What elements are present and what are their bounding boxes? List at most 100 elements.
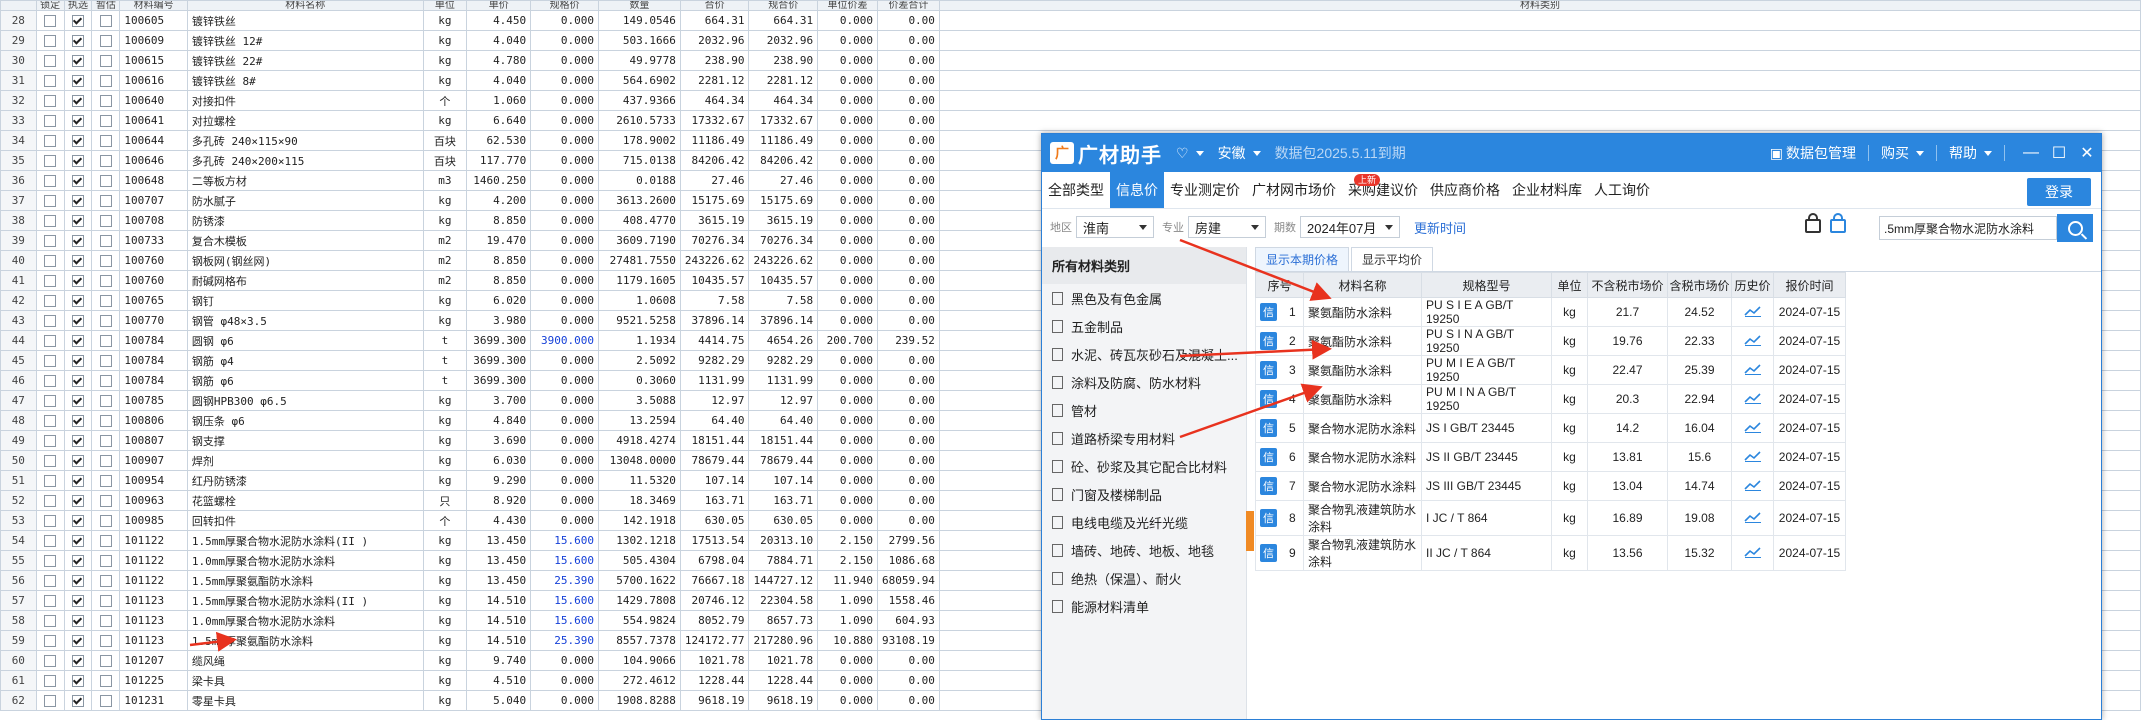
grid-header-1[interactable]: 材料名称 [1303,272,1422,298]
trend-chart-icon[interactable] [1743,511,1762,523]
table-row[interactable]: 28 100605 镀锌铁丝 kg 4.450 0.000 149.0546 664.31 66… [0,10,2141,31]
tab-enterprise-library[interactable]: 企业材料库 [1506,180,1588,208]
select-checkbox[interactable] [63,570,93,591]
lock-checkbox[interactable] [35,350,65,371]
lock-checkbox[interactable] [35,510,65,531]
price-row[interactable]: 信 7 聚合物水泥防水涂料 JS III GB/T 23445 kg 13.04 14.74… [1255,471,1846,501]
lock-checkbox[interactable] [35,570,65,591]
provisional-checkbox[interactable] [91,570,121,591]
provisional-checkbox[interactable] [91,10,121,31]
select-checkbox[interactable] [63,370,93,391]
tab-market-price[interactable]: 广材网市场价 [1246,180,1342,208]
select-checkbox[interactable] [63,410,93,431]
table-row[interactable]: 31 100616 镀锌铁丝 8# kg 4.040 0.000 564.6902 2281.… [0,70,2141,91]
provisional-checkbox[interactable] [91,510,121,531]
lock-checkbox[interactable] [35,190,65,211]
trend-chart-icon[interactable] [1743,305,1762,317]
provisional-checkbox[interactable] [91,470,121,491]
provisional-checkbox[interactable] [91,490,121,511]
category-item[interactable]: 管材 [1042,396,1246,424]
price-row[interactable]: 信 3 聚氨酯防水涂料 PU M I E A GB/T 19250 kg 22.47 25.… [1255,355,1846,385]
provisional-checkbox[interactable] [91,670,121,691]
provisional-checkbox[interactable] [91,430,121,451]
sheet-header-2[interactable]: 执选 [63,0,93,11]
lock-checkbox[interactable] [35,230,65,251]
unlock-icon[interactable] [1830,213,1846,233]
lock-checkbox[interactable] [35,310,65,331]
select-checkbox[interactable] [63,70,93,91]
category-item[interactable]: 涂料及防腐、防水材料 [1042,368,1246,396]
history-price[interactable] [1731,442,1774,472]
select-checkbox[interactable] [63,670,93,691]
lock-checkbox[interactable] [35,430,65,451]
provisional-checkbox[interactable] [91,650,121,671]
lock-checkbox[interactable] [35,450,65,471]
select-checkbox[interactable] [63,310,93,331]
history-price[interactable] [1731,500,1774,536]
select-checkbox[interactable] [63,270,93,291]
lock-checkbox[interactable] [35,530,65,551]
history-price[interactable] [1731,535,1774,571]
price-row[interactable]: 信 1 聚氨酯防水涂料 PU S I E A GB/T 19250 kg 21.7 24.5… [1255,297,1846,327]
close-icon[interactable]: ✕ [2078,143,2096,163]
price-row[interactable]: 信 6 聚合物水泥防水涂料 JS II GB/T 23445 kg 13.81 15.6 20… [1255,442,1846,472]
category-item[interactable]: 砼、砂浆及其它配合比材料 [1042,452,1246,480]
sheet-header-9[interactable]: 数量 [598,0,681,11]
select-checkbox[interactable] [63,450,93,471]
trend-chart-icon[interactable] [1743,421,1762,433]
tab-purchase-advice[interactable]: 采购建议价 上新 [1342,174,1424,208]
provisional-checkbox[interactable] [91,310,121,331]
provisional-checkbox[interactable] [91,170,121,191]
sheet-header-6[interactable]: 单位 [422,0,468,11]
grid-header-5[interactable]: 含税市场价 [1667,272,1732,298]
grid-header-0[interactable]: 序号 [1255,272,1304,298]
provisional-checkbox[interactable] [91,190,121,211]
search-input[interactable]: .5mm厚聚合物水泥防水涂料 [1879,216,2057,240]
select-checkbox[interactable] [63,150,93,171]
lock-checkbox[interactable] [35,90,65,111]
provisional-checkbox[interactable] [91,370,121,391]
history-price[interactable] [1731,297,1774,327]
lock-checkbox[interactable] [35,550,65,571]
select-checkbox[interactable] [63,230,93,251]
search-button[interactable] [2057,214,2093,242]
provisional-checkbox[interactable] [91,110,121,131]
lock-checkbox[interactable] [35,270,65,291]
lock-checkbox[interactable] [35,370,65,391]
lock-checkbox[interactable] [35,150,65,171]
provisional-checkbox[interactable] [91,330,121,351]
provisional-checkbox[interactable] [91,210,121,231]
select-checkbox[interactable] [63,530,93,551]
provisional-checkbox[interactable] [91,50,121,71]
select-checkbox[interactable] [63,510,93,531]
help-menu[interactable]: 帮助 [1949,143,1992,163]
select-checkbox[interactable] [63,10,93,31]
select-checkbox[interactable] [63,690,93,711]
history-price[interactable] [1731,355,1774,385]
trend-chart-icon[interactable] [1743,363,1762,375]
sheet-header-0[interactable] [0,0,37,11]
provisional-checkbox[interactable] [91,690,121,711]
maximize-icon[interactable]: ☐ [2050,143,2068,163]
history-price[interactable] [1731,326,1774,356]
select-checkbox[interactable] [63,430,93,451]
provisional-checkbox[interactable] [91,350,121,371]
provisional-checkbox[interactable] [91,390,121,411]
lock-checkbox[interactable] [35,170,65,191]
table-row[interactable]: 33 100641 对拉螺栓 kg 6.640 0.000 2610.5733 17332.6… [0,110,2141,131]
provisional-checkbox[interactable] [91,530,121,551]
category-item[interactable]: 五金制品 [1042,312,1246,340]
grid-header-4[interactable]: 不含税市场价 [1587,272,1668,298]
provisional-checkbox[interactable] [91,250,121,271]
lock-checkbox[interactable] [35,250,65,271]
provisional-checkbox[interactable] [91,630,121,651]
history-price[interactable] [1731,413,1774,443]
table-row[interactable]: 30 100615 镀锌铁丝 22# kg 4.780 0.000 49.9778 238.9… [0,50,2141,71]
lock-checkbox[interactable] [35,10,65,31]
select-checkbox[interactable] [63,630,93,651]
lock-checkbox[interactable] [35,110,65,131]
lock-checkbox[interactable] [35,50,65,71]
sheet-header-8[interactable]: 规格价 [530,0,600,11]
history-price[interactable] [1731,384,1774,414]
lock-checkbox[interactable] [35,630,65,651]
